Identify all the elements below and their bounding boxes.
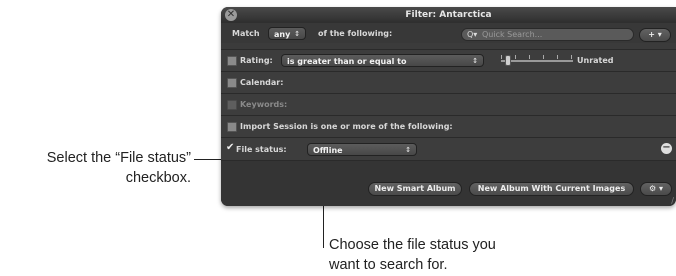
- of-following-label: of the following:: [318, 29, 393, 38]
- rating-operator-value: is greater than or equal to: [287, 57, 407, 66]
- match-popup[interactable]: any ↕: [268, 27, 306, 40]
- calendar-checkbox[interactable]: [227, 78, 237, 88]
- quick-search-field[interactable]: Q▾ Quick Search...: [461, 28, 634, 41]
- callout-line: Choose the file status you: [329, 237, 496, 253]
- keywords-label: Keywords:: [240, 100, 288, 109]
- callout-file-status-popup: Choose the file status you want to searc…: [329, 235, 589, 275]
- search-placeholder: Quick Search...: [482, 30, 543, 39]
- callout-line: Select the “File status”: [46, 150, 191, 166]
- close-button[interactable]: ✕: [225, 9, 237, 21]
- calendar-row: Calendar:: [221, 71, 676, 93]
- search-icon: Q▾: [467, 30, 478, 39]
- callout-line: checkbox.: [125, 170, 191, 186]
- leader-line-checkbox: [194, 159, 221, 160]
- callout-line: want to search for.: [329, 257, 448, 273]
- rating-slider-knob[interactable]: [505, 55, 511, 66]
- import-session-checkbox[interactable]: [227, 122, 237, 132]
- filter-window: ✕ Filter: Antarctica Match any ↕ of the …: [221, 7, 676, 206]
- import-session-label: Import Session is one or more of the fol…: [240, 122, 453, 131]
- slider-tick: [557, 55, 558, 59]
- match-popup-value: any: [274, 30, 291, 39]
- slider-tick: [515, 55, 516, 59]
- file-status-label: File status:: [236, 145, 287, 154]
- slider-tick: [529, 55, 530, 59]
- rating-row: Rating: is greater than or equal to ↕ Un…: [221, 49, 676, 71]
- remove-rule-button[interactable]: −: [661, 143, 672, 154]
- file-status-row: ✔ File status: Offline ↕ −: [221, 137, 676, 160]
- title-bar: ✕ Filter: Antarctica: [221, 7, 676, 23]
- action-menu-button[interactable]: ⚙ ▾: [640, 182, 672, 196]
- rating-operator-popup[interactable]: is greater than or equal to ↕: [281, 54, 484, 67]
- keywords-checkbox[interactable]: [227, 100, 237, 110]
- popup-arrows-icon: ↕: [294, 30, 300, 38]
- rating-value: Unrated: [577, 56, 614, 65]
- slider-tick: [571, 55, 572, 59]
- rating-label: Rating:: [240, 56, 273, 65]
- calendar-label: Calendar:: [240, 78, 284, 87]
- file-status-value: Offline: [313, 146, 343, 155]
- match-label: Match: [232, 29, 260, 38]
- new-album-with-current-images-button[interactable]: New Album With Current Images: [469, 182, 634, 196]
- slider-tick: [543, 55, 544, 59]
- slider-tick: [501, 55, 502, 59]
- keywords-row: Keywords:: [221, 93, 676, 115]
- popup-arrows-icon: ↕: [472, 57, 478, 65]
- new-smart-album-button[interactable]: New Smart Album: [368, 182, 462, 196]
- callout-file-status-checkbox: Select the “File status” checkbox.: [0, 148, 191, 188]
- popup-arrows-icon: ↕: [405, 146, 411, 154]
- file-status-popup[interactable]: Offline ↕: [307, 143, 417, 156]
- rating-checkbox[interactable]: [227, 56, 237, 66]
- resize-handle-icon[interactable]: ∕: [671, 196, 674, 205]
- rating-slider-track[interactable]: [501, 55, 573, 62]
- window-title: Filter: Antarctica: [405, 10, 492, 20]
- add-rule-button[interactable]: + ▾: [639, 28, 671, 42]
- import-session-row: Import Session is one or more of the fol…: [221, 115, 676, 137]
- file-status-checkbox[interactable]: ✔: [225, 143, 235, 153]
